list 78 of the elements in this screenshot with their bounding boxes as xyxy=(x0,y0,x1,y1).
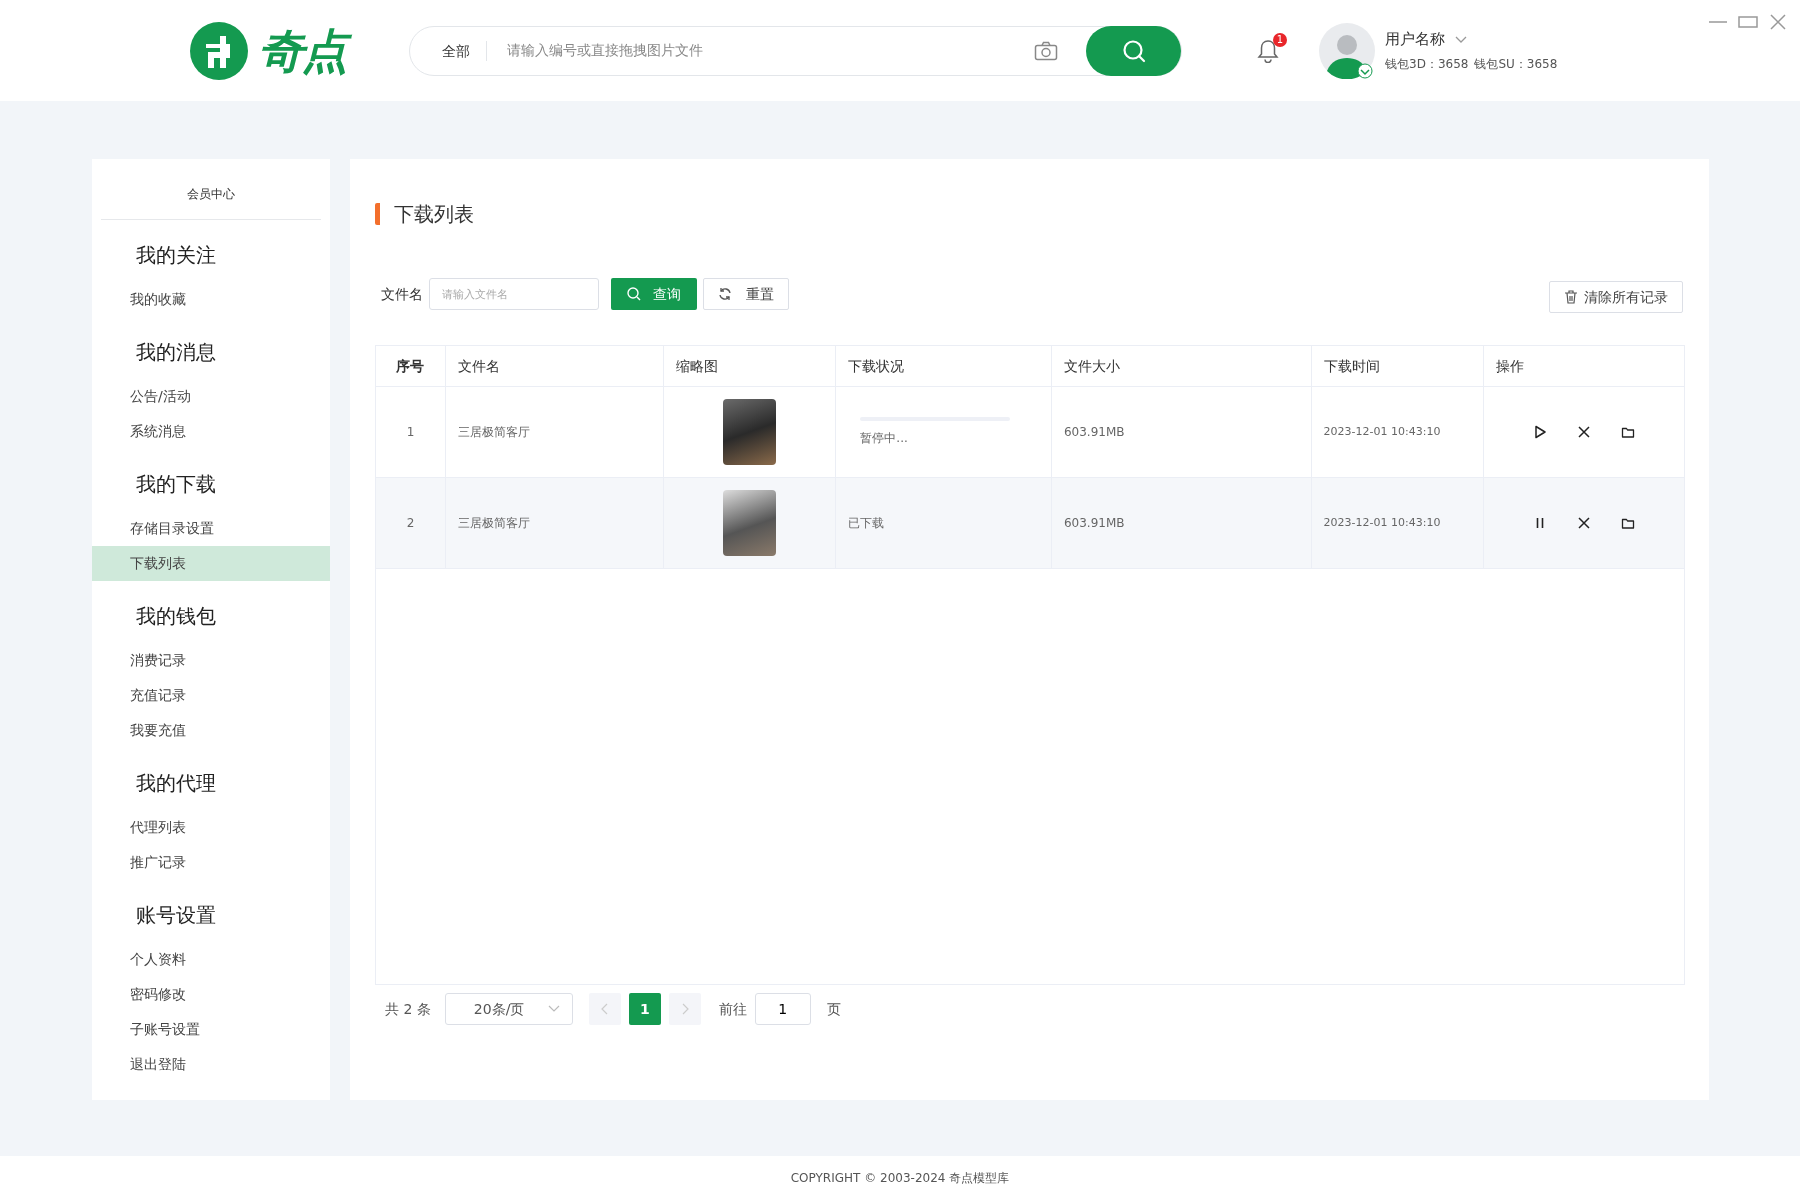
column-header: 下载时间 xyxy=(1311,346,1485,387)
search-icon xyxy=(1121,38,1146,63)
file-name: 三居极简客厅 xyxy=(457,515,530,533)
trash-icon xyxy=(1564,290,1578,305)
goto-label: 前往 xyxy=(718,999,747,1019)
close-icon[interactable] xyxy=(1577,516,1592,531)
chevron-right-icon xyxy=(680,1003,689,1016)
close-icon[interactable] xyxy=(1577,425,1592,440)
column-header: 文件大小 xyxy=(1051,346,1312,387)
total-count: 共 2 条 xyxy=(385,999,431,1019)
page-title: 下载列表 xyxy=(375,203,474,226)
notification-badge: 1 xyxy=(1272,32,1287,47)
page-suffix: 页 xyxy=(826,999,841,1019)
wallet-balance: 钱包SU：3658 xyxy=(1474,55,1558,73)
column-header: 操作 xyxy=(1495,356,1526,376)
column-header: 文件名 xyxy=(445,346,664,387)
folder-icon[interactable] xyxy=(1621,516,1636,531)
section-heading: 我的代理 xyxy=(135,770,217,798)
bell-icon[interactable] xyxy=(1257,38,1279,63)
column-header: 缩略图 xyxy=(663,346,837,387)
camera-icon[interactable] xyxy=(1034,40,1058,61)
section-heading: 我的下载 xyxy=(135,471,217,499)
row-number: 1 xyxy=(406,424,415,442)
search-scope-dropdown[interactable]: 全部 xyxy=(410,40,487,61)
page-size-dropdown[interactable]: 20条/页 xyxy=(444,993,573,1026)
chevron-left-icon xyxy=(600,1003,609,1016)
user-name[interactable]: 用户名称 xyxy=(1385,28,1445,51)
sidebar-item[interactable]: 存储目录设置 xyxy=(92,511,330,547)
row-number: 2 xyxy=(406,515,415,533)
sidebar-item[interactable]: 个人资料 xyxy=(92,942,330,978)
sidebar-item[interactable]: 充值记录 xyxy=(92,678,330,714)
sidebar-title: 会员中心 xyxy=(101,177,321,221)
sidebar-item[interactable]: 我要充值 xyxy=(92,713,330,749)
search-icon xyxy=(627,287,641,302)
sidebar-item[interactable]: 子账号设置 xyxy=(92,1012,330,1048)
download-time: 2023-12-01 10:43:10 xyxy=(1323,515,1441,532)
filename-field[interactable]: 请输入文件名 xyxy=(429,278,599,311)
sidebar-item[interactable]: 公告/活动 xyxy=(92,379,330,415)
search-field[interactable]: 全部 请输入编号或直接拖拽图片文件 xyxy=(409,25,1182,76)
file-name: 三居极简客厅 xyxy=(457,424,530,442)
sidebar-item[interactable]: 消费记录 xyxy=(92,643,330,679)
section-heading: 我的关注 xyxy=(135,242,217,270)
copyright-text: COPYRIGHT © 2003-2024 奇点模型库 xyxy=(790,1170,1010,1188)
column-header: 下载状况 xyxy=(836,346,1052,387)
folder-icon[interactable] xyxy=(1621,425,1636,440)
logo-icon xyxy=(190,21,248,80)
reset-button[interactable]: 重置 xyxy=(703,278,789,311)
sidebar-item[interactable]: 下载列表 xyxy=(92,546,330,582)
clear-records-button[interactable]: 清除所有记录 xyxy=(1549,281,1683,314)
query-button[interactable]: 查询 xyxy=(611,278,697,311)
file-size: 603.91MB xyxy=(1063,515,1125,533)
section-heading: 我的消息 xyxy=(135,339,217,367)
column-header: 序号 xyxy=(376,346,446,387)
chevron-down-icon xyxy=(547,1005,560,1014)
download-time: 2023-12-01 10:43:10 xyxy=(1323,424,1441,441)
file-size: 603.91MB xyxy=(1063,424,1125,442)
logo-text: 奇点 xyxy=(254,20,354,81)
sidebar-item[interactable]: 退出登陆 xyxy=(92,1047,330,1083)
chevron-down-icon[interactable] xyxy=(1455,35,1467,44)
sidebar-item[interactable]: 密码修改 xyxy=(92,977,330,1013)
status-text: 已下载 xyxy=(848,515,885,533)
section-heading: 账号设置 xyxy=(135,902,217,930)
status-text: 暂停中... xyxy=(860,430,909,448)
filter-label: 文件名 xyxy=(381,284,423,304)
sidebar-item[interactable]: 我的收藏 xyxy=(92,282,330,318)
photo-placeholder xyxy=(722,490,776,557)
sidebar-item[interactable]: 推广记录 xyxy=(92,845,330,881)
section-heading: 我的钱包 xyxy=(135,603,217,631)
photo-placeholder xyxy=(722,399,776,466)
refresh-icon xyxy=(718,287,732,302)
wallet-balance: 钱包3D：3658 xyxy=(1385,55,1469,73)
sidebar-item[interactable]: 代理列表 xyxy=(92,810,330,846)
page-number-field[interactable]: 1 xyxy=(754,993,811,1026)
sidebar-item[interactable]: 系统消息 xyxy=(92,414,330,450)
avatar-icon[interactable] xyxy=(1319,22,1375,79)
play-icon[interactable] xyxy=(1533,425,1548,440)
search-button[interactable] xyxy=(1086,25,1181,76)
page-button[interactable]: 1 xyxy=(628,993,661,1026)
